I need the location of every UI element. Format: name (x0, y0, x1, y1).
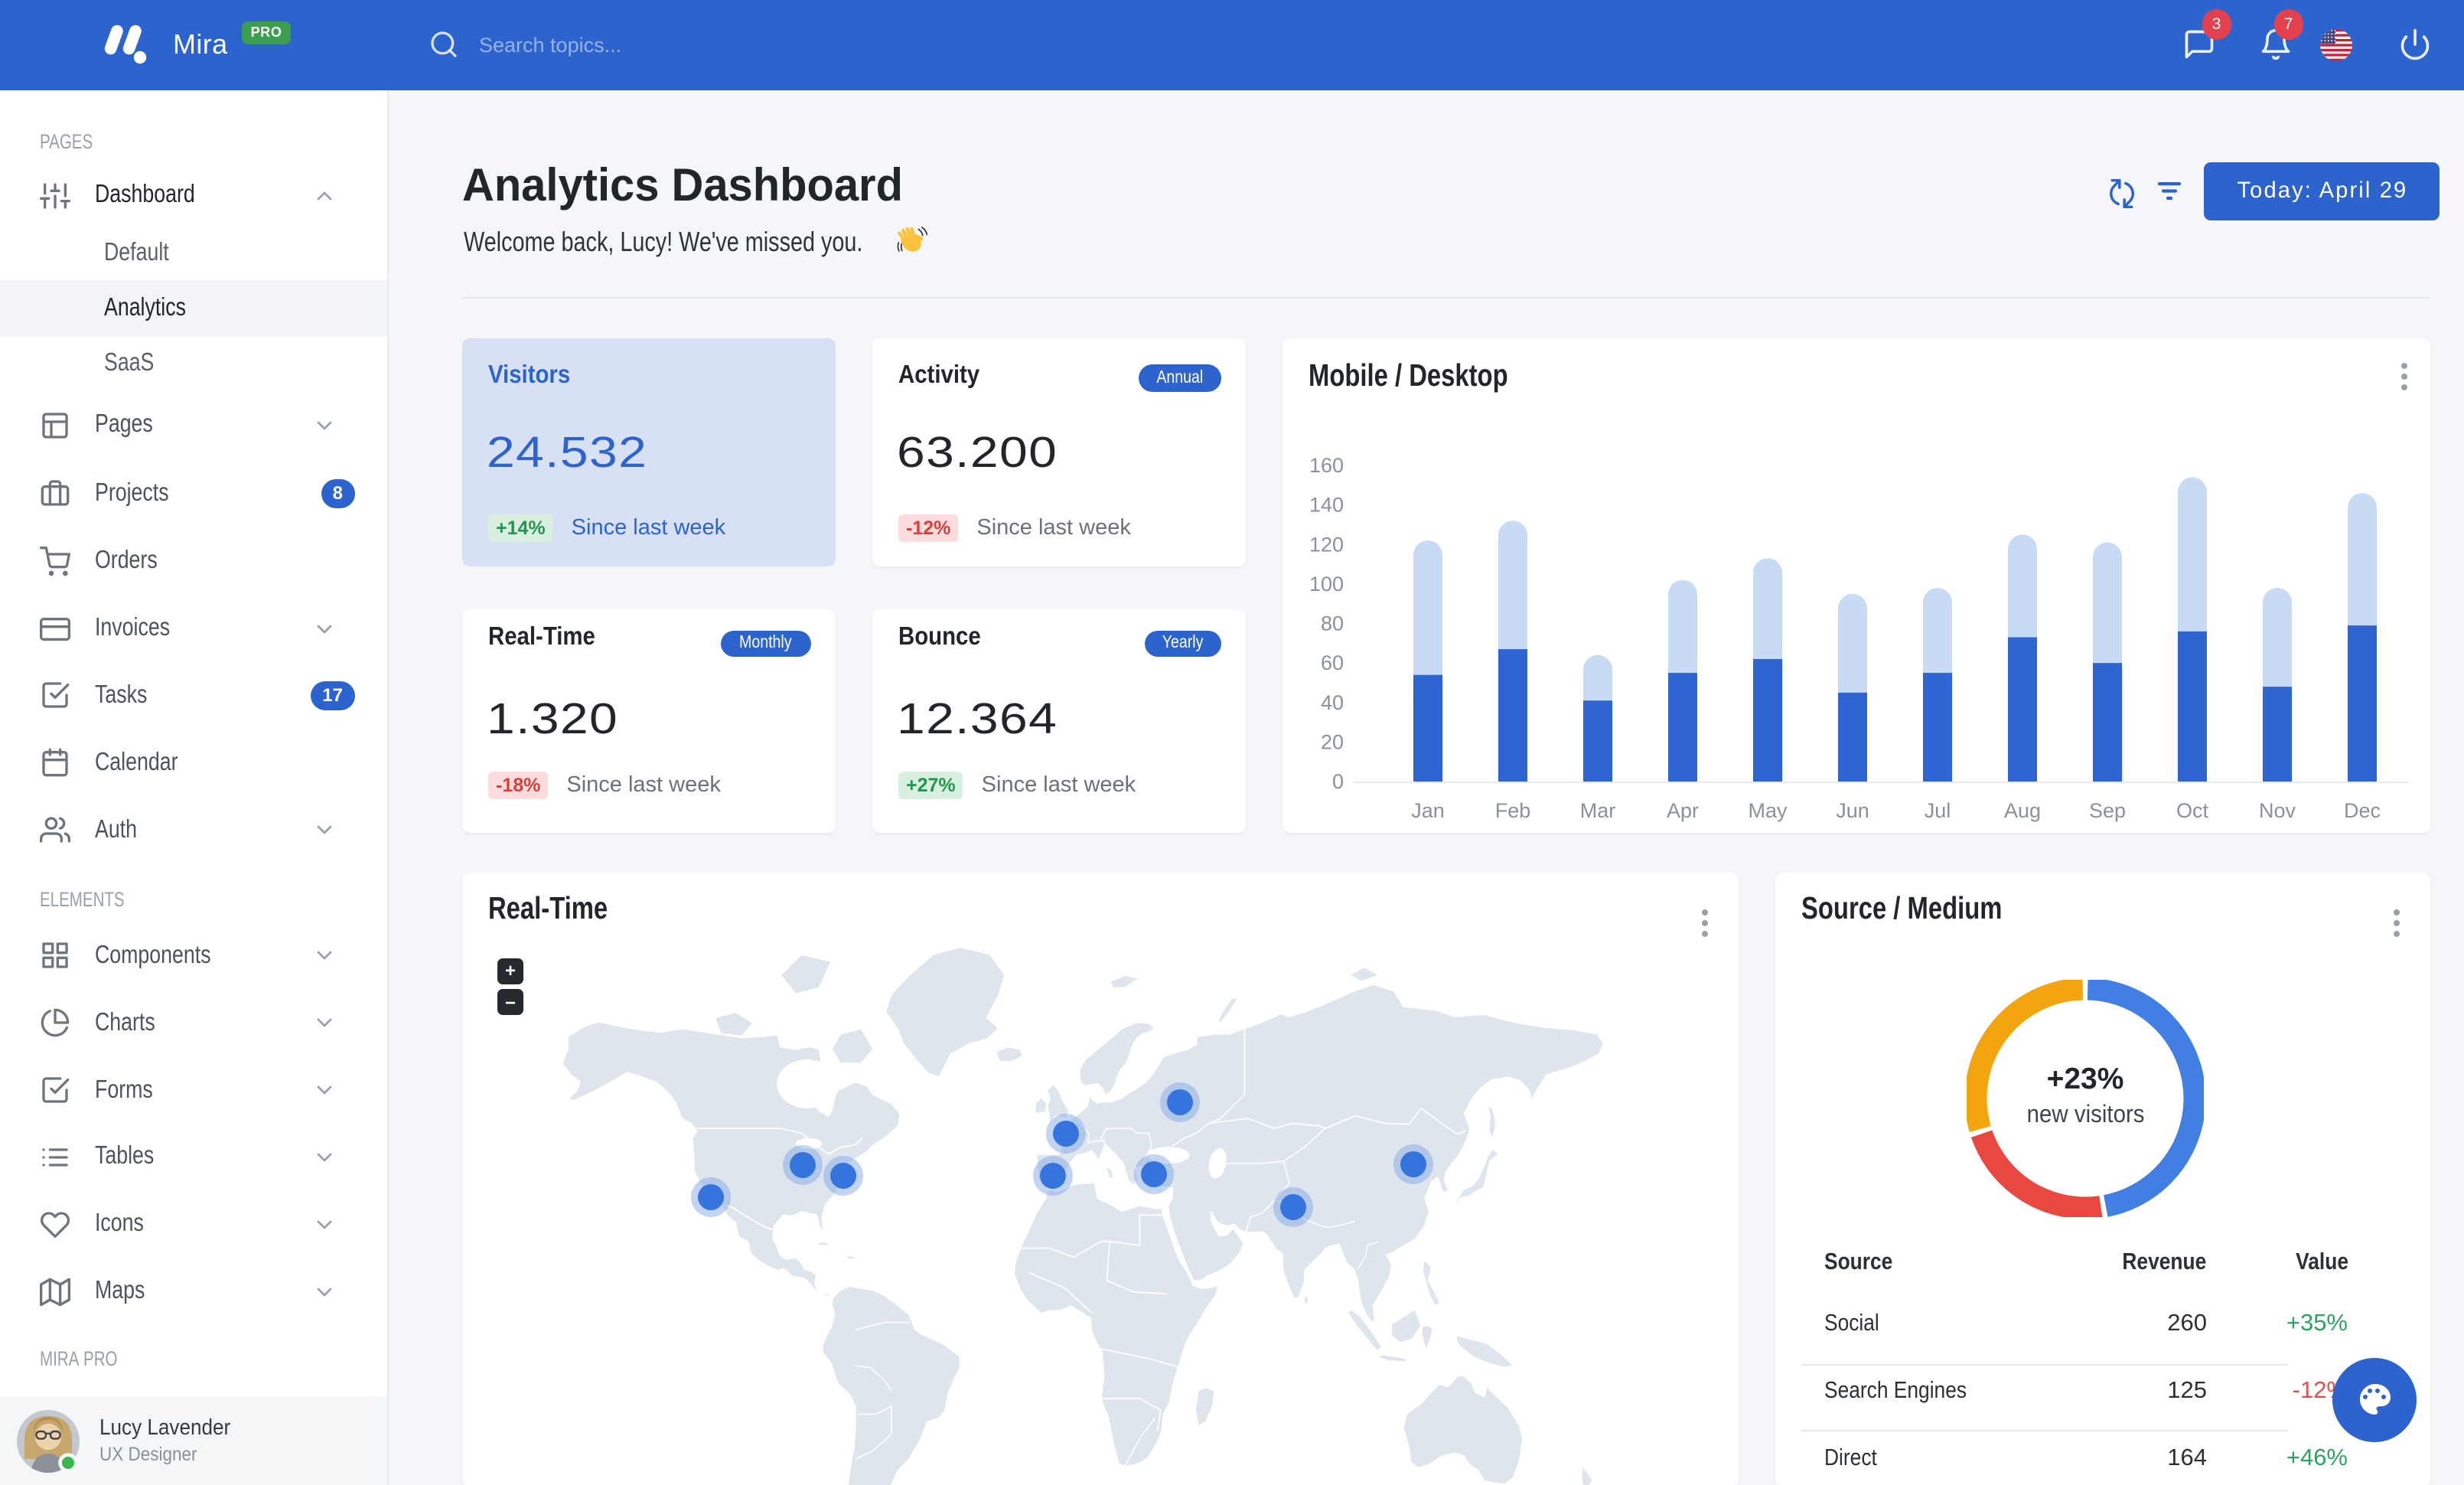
svg-text:Jul: Jul (1925, 798, 1951, 821)
svg-text:Apr: Apr (1667, 798, 1699, 821)
svg-text:20: 20 (1321, 729, 1344, 752)
svg-text:Jun: Jun (1836, 798, 1869, 821)
svg-text:Feb: Feb (1495, 798, 1531, 821)
svg-text:100: 100 (1309, 572, 1344, 595)
svg-text:160: 160 (1309, 453, 1344, 476)
svg-text:Aug: Aug (2004, 798, 2041, 821)
svg-text:Sep: Sep (2089, 798, 2126, 821)
svg-text:40: 40 (1321, 690, 1344, 713)
svg-text:60: 60 (1321, 651, 1344, 674)
svg-text:80: 80 (1321, 612, 1344, 635)
svg-text:Dec: Dec (2344, 798, 2381, 821)
svg-text:Nov: Nov (2259, 798, 2296, 821)
svg-text:Mar: Mar (1580, 798, 1616, 821)
svg-text:May: May (1748, 798, 1788, 821)
svg-text:120: 120 (1309, 532, 1344, 555)
svg-text:0: 0 (1332, 769, 1344, 792)
svg-text:Jan: Jan (1411, 798, 1445, 821)
svg-text:Oct: Oct (2176, 798, 2209, 821)
svg-text:140: 140 (1309, 493, 1344, 516)
